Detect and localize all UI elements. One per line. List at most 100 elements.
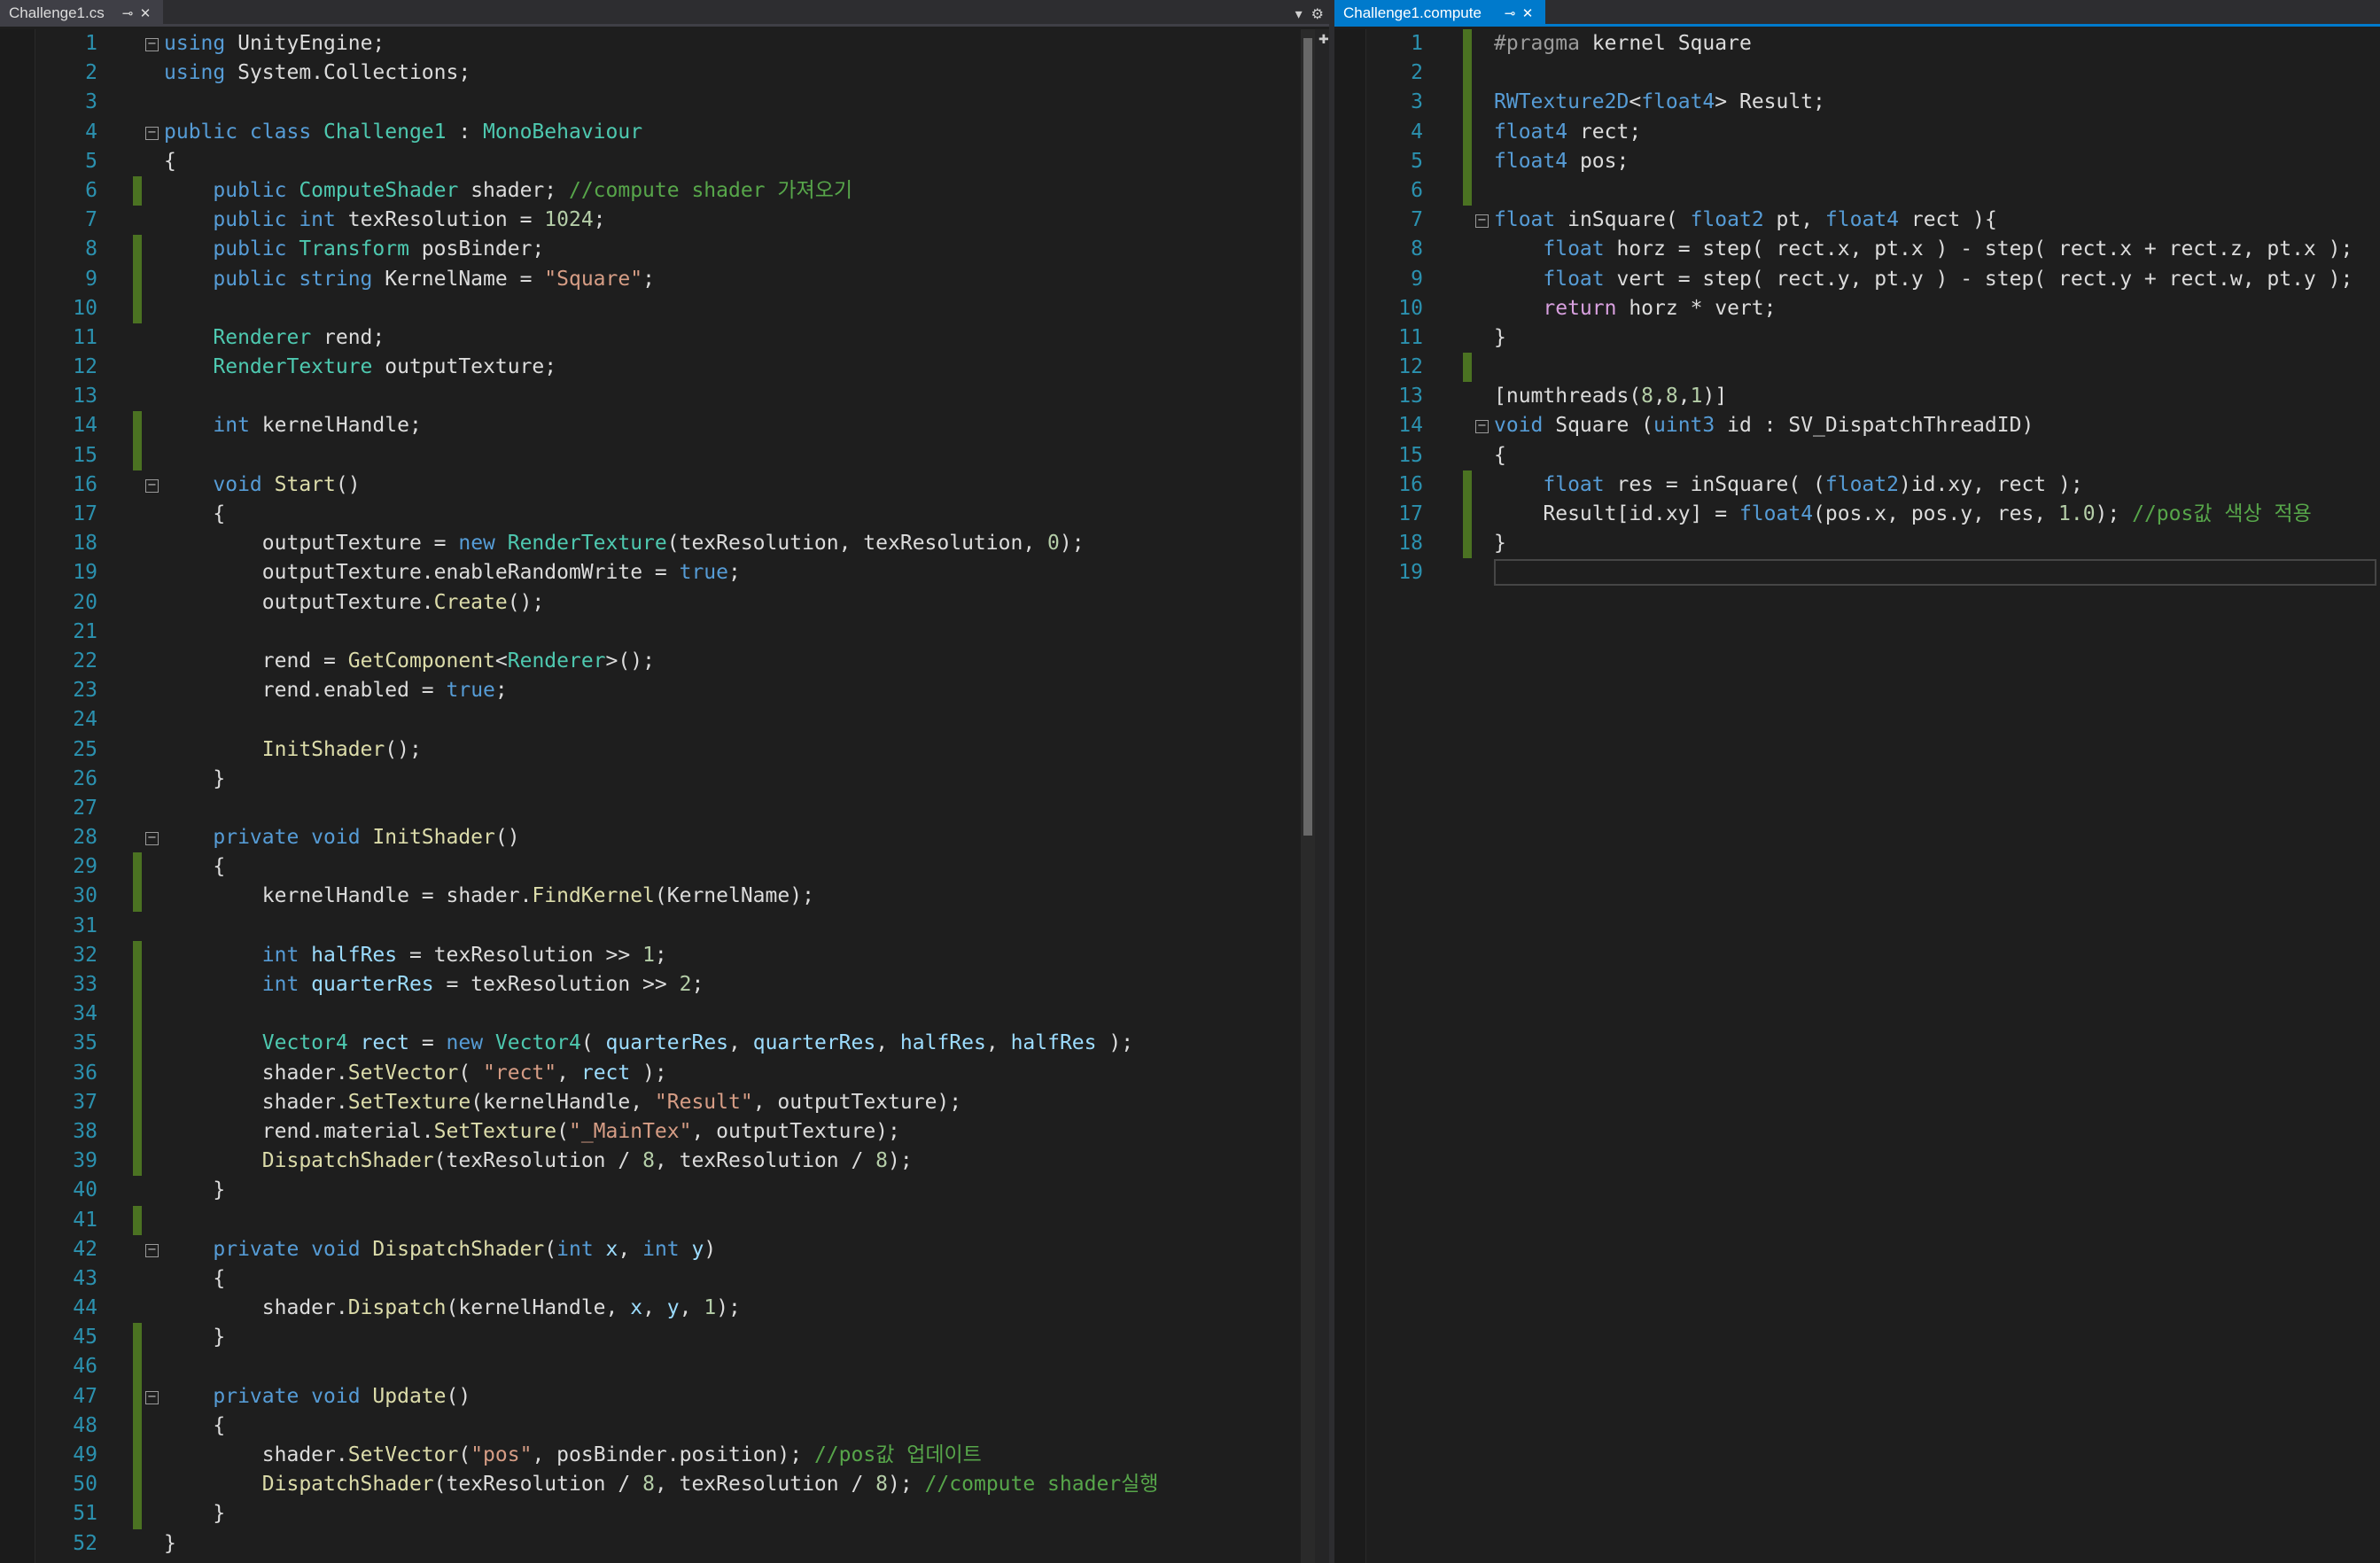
code-line[interactable]: 13 [numthreads(8,8,1)] — [1334, 382, 2380, 411]
close-icon[interactable]: ✕ — [1519, 5, 1536, 21]
code-token: "pos" — [471, 1443, 533, 1466]
pin-icon[interactable]: ⊸ — [119, 5, 136, 21]
code-line[interactable]: 3 — [0, 88, 1329, 117]
code-line[interactable]: 49 shader.SetVector("pos", posBinder.pos… — [0, 1441, 1329, 1471]
code-line[interactable]: 39 DispatchShader(texResolution / 8, tex… — [0, 1147, 1329, 1177]
code-line[interactable]: 51 } — [0, 1499, 1329, 1529]
code-line[interactable]: 7 − float inSquare( float2 pt, float4 rect… — [1334, 206, 2380, 235]
code-line[interactable]: 48 { — [0, 1411, 1329, 1441]
scrollbar-thumb[interactable] — [1303, 38, 1312, 836]
vertical-scrollbar[interactable] — [1301, 29, 1315, 1563]
code-line[interactable]: 4 float4 rect; — [1334, 117, 2380, 147]
code-line[interactable]: 19 outputTexture.enableRandomWrite = tru… — [0, 558, 1329, 587]
code-line[interactable]: 15 — [0, 440, 1329, 470]
code-line[interactable]: 12 RenderTexture outputTexture; — [0, 353, 1329, 382]
code-line[interactable]: 15 { — [1334, 441, 2380, 470]
code-line[interactable]: 42− private void DispatchShader(int x, i… — [0, 1235, 1329, 1264]
code-line[interactable]: 37 shader.SetTexture(kernelHandle, "Resu… — [0, 1087, 1329, 1117]
code-line[interactable]: 31 — [0, 912, 1329, 941]
code-line[interactable]: 19 — [1334, 558, 2380, 587]
collapse-icon[interactable]: − — [145, 478, 159, 493]
code-line[interactable]: 17 Result[id.xy] = float4(pos.x, pos.y, … — [1334, 500, 2380, 530]
tab-challenge1-cs[interactable]: Challenge1.cs ⊸ ✕ — [0, 0, 163, 27]
code-line[interactable]: 5 float4 pos; — [1334, 146, 2380, 176]
code-line[interactable]: 26 } — [0, 765, 1329, 794]
code-line[interactable]: 18 outputTexture = new RenderTexture(tex… — [0, 529, 1329, 558]
code-line[interactable]: 18} — [1334, 529, 2380, 559]
code-line[interactable]: 36 shader.SetVector( "rect", rect ); — [0, 1058, 1329, 1088]
code-line[interactable]: 6 public ComputeShader shader; //compute… — [0, 175, 1329, 206]
code-text: return horz * vert; — [1494, 294, 1776, 323]
change-marker — [1463, 382, 1472, 411]
change-marker — [133, 794, 142, 823]
code-line[interactable]: 5{ — [0, 147, 1329, 176]
code-line[interactable]: 24 — [0, 705, 1329, 735]
code-line[interactable]: 44 shader.Dispatch(kernelHandle, x, y, 1… — [0, 1294, 1329, 1323]
code-line[interactable]: 23 rend.enabled = true; — [0, 676, 1329, 705]
code-line[interactable]: 32 int halfRes = texResolution >> 1; — [0, 940, 1329, 970]
code-line[interactable]: 21 — [0, 618, 1329, 647]
collapse-icon[interactable]: − — [145, 1243, 159, 1257]
code-editor-right[interactable]: 1 #pragma kernel Square 2 3 RWTexture2D<floa… — [1334, 29, 2380, 1563]
code-line[interactable]: 43 { — [0, 1264, 1329, 1294]
code-line[interactable]: 3 RWTexture2D<float4> Result; — [1334, 88, 2380, 118]
code-line[interactable]: 29 { — [0, 852, 1329, 883]
code-token: ; — [642, 267, 655, 291]
code-line[interactable]: 2 — [1334, 58, 2380, 89]
code-line[interactable]: 13 — [0, 382, 1329, 411]
code-line[interactable]: 1 − using UnityEngine; — [0, 29, 1329, 58]
collapse-icon[interactable]: − — [1475, 214, 1489, 229]
code-line[interactable]: 14 int kernelHandle; — [0, 411, 1329, 441]
code-line[interactable]: 50 DispatchShader(texResolution / 8, tex… — [0, 1470, 1329, 1500]
code-line[interactable]: 8 float horz = step( rect.x, pt.x ) - st… — [1334, 235, 2380, 264]
code-line[interactable]: 7 public int texResolution = 1024; — [0, 206, 1329, 235]
code-line[interactable]: 25 InitShader(); — [0, 735, 1329, 765]
code-line[interactable]: 1 #pragma kernel Square — [1334, 29, 2380, 59]
code-line[interactable]: 10 return horz * vert; — [1334, 294, 2380, 323]
code-line[interactable]: 34 — [0, 999, 1329, 1030]
code-token: < — [494, 649, 508, 673]
code-line[interactable]: 35 Vector4 rect = new Vector4( quarterRe… — [0, 1029, 1329, 1059]
collapse-icon[interactable]: − — [145, 1390, 159, 1404]
collapse-icon[interactable]: − — [145, 832, 159, 846]
code-line[interactable]: 17 { — [0, 500, 1329, 529]
code-line[interactable]: 47 − private void Update() — [0, 1381, 1329, 1411]
code-line[interactable]: 27 — [0, 794, 1329, 823]
collapse-icon[interactable]: − — [1475, 420, 1489, 434]
code-line[interactable]: 28 − private void InitShader() — [0, 823, 1329, 852]
chevron-down-icon[interactable]: ▾ — [1295, 5, 1303, 22]
code-line[interactable]: 38 rend.material.SetTexture("_MainTex", … — [0, 1116, 1329, 1147]
gear-icon[interactable]: ⚙ — [1311, 5, 1324, 22]
code-line[interactable]: 33 int quarterRes = texResolution >> 2; — [0, 970, 1329, 1000]
code-line[interactable]: 11} — [1334, 323, 2380, 353]
code-line[interactable]: 8 public Transform posBinder; — [0, 235, 1329, 265]
code-line[interactable]: 9 public string KernelName = "Square"; — [0, 264, 1329, 294]
code-line[interactable]: 20 outputTexture.Create(); — [0, 588, 1329, 618]
code-line[interactable]: 16 − void Start() — [0, 470, 1329, 500]
pin-icon[interactable]: ⊸ — [1501, 5, 1519, 21]
code-line[interactable]: 11 Renderer rend; — [0, 323, 1329, 353]
split-view-icon[interactable]: ✚ — [1318, 33, 1329, 47]
code-line[interactable]: 9 float vert = step( rect.y, pt.y ) - st… — [1334, 265, 2380, 294]
tab-challenge1-compute[interactable]: Challenge1.compute ⊸ ✕ — [1334, 0, 1545, 27]
code-line[interactable]: 52} — [0, 1529, 1329, 1559]
code-line[interactable]: 41 — [0, 1205, 1329, 1235]
code-line[interactable]: 22 rend = GetComponent<Renderer>(); — [0, 647, 1329, 676]
code-line[interactable]: 2 using System.Collections; — [0, 58, 1329, 88]
code-line[interactable]: 14 − void Square (uint3 id : SV_DispatchTh… — [1334, 411, 2380, 440]
code-line[interactable]: 6 — [1334, 175, 2380, 206]
close-icon[interactable]: ✕ — [136, 5, 154, 21]
code-line[interactable]: 12 — [1334, 353, 2380, 383]
code-line[interactable]: 4 − public class Challenge1 : MonoBehaviou… — [0, 118, 1329, 147]
code-line[interactable]: 10 — [0, 293, 1329, 323]
code-editor-left[interactable]: 1− using UnityEngine; 2 using System.Collec… — [0, 29, 1329, 1563]
collapse-icon[interactable]: − — [145, 126, 159, 140]
code-line[interactable]: 46 — [0, 1352, 1329, 1382]
code-line[interactable]: 45 } — [0, 1323, 1329, 1353]
code-line[interactable]: 16 float res = inSquare( (float2)id.xy, … — [1334, 470, 2380, 500]
collapse-icon[interactable]: − — [145, 38, 159, 51]
overview-margin[interactable]: ✚ — [1315, 29, 1329, 1563]
code-line[interactable]: 40 } — [0, 1176, 1329, 1205]
code-token: rend.enabled = — [164, 679, 447, 703]
code-line[interactable]: 30 kernelHandle = shader.FindKernel(Kern… — [0, 882, 1329, 912]
